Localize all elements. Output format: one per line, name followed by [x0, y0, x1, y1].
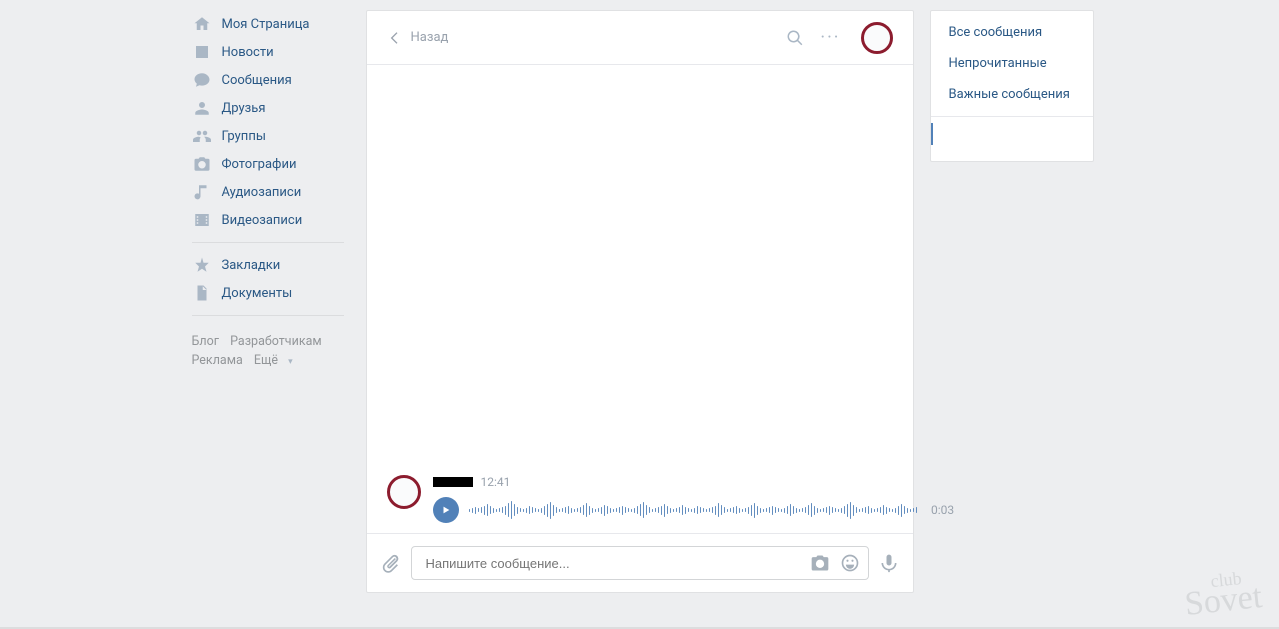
- nav-my-page[interactable]: Моя Страница: [186, 10, 350, 38]
- sender-avatar[interactable]: [387, 475, 421, 509]
- emoji-icon[interactable]: [840, 553, 860, 573]
- play-button[interactable]: [433, 497, 459, 523]
- photos-icon: [192, 154, 212, 174]
- nav-news[interactable]: Новости: [186, 38, 350, 66]
- messages-area: 12:41 0:03: [367, 65, 913, 533]
- side-all-messages[interactable]: Все сообщения: [931, 17, 1093, 48]
- voice-record-icon[interactable]: [879, 553, 899, 573]
- audio-icon: [192, 182, 212, 202]
- nav-label: Аудиозаписи: [222, 185, 302, 200]
- nav-documents[interactable]: Документы: [186, 279, 350, 307]
- message-row: 12:41 0:03: [387, 475, 893, 523]
- side-active-folder[interactable]: [931, 123, 1093, 145]
- docs-icon: [192, 283, 212, 303]
- side-important[interactable]: Важные сообщения: [931, 79, 1093, 110]
- watermark: club Sovet: [1182, 569, 1263, 618]
- peer-avatar[interactable]: [861, 22, 893, 54]
- nav-photos[interactable]: Фотографии: [186, 150, 350, 178]
- message-input[interactable]: [424, 555, 804, 572]
- nav-label: Документы: [222, 286, 293, 301]
- back-button[interactable]: Назад: [387, 30, 449, 46]
- nav-label: Сообщения: [222, 73, 292, 88]
- nav-groups[interactable]: Группы: [186, 122, 350, 150]
- voice-message: 0:03: [433, 497, 955, 523]
- messages-icon: [192, 70, 212, 90]
- dialog-panel: Назад ··· 12:41: [366, 10, 914, 593]
- nav-label: Закладки: [222, 258, 281, 273]
- footer-blog[interactable]: Блог: [192, 332, 219, 351]
- bookmarks-icon: [192, 255, 212, 275]
- nav-label: Фотографии: [222, 157, 297, 172]
- message-time: 12:41: [481, 475, 511, 489]
- message-input-wrap: [411, 546, 869, 580]
- nav-messages[interactable]: Сообщения: [186, 66, 350, 94]
- nav-friends[interactable]: Друзья: [186, 94, 350, 122]
- waveform[interactable]: [469, 498, 918, 522]
- composer: [367, 533, 913, 592]
- groups-icon: [192, 126, 212, 146]
- side-separator: [931, 116, 1093, 117]
- friends-icon: [192, 98, 212, 118]
- nav-bookmarks[interactable]: Закладки: [186, 251, 350, 279]
- nav-label: Группы: [222, 129, 266, 144]
- video-icon: [192, 210, 212, 230]
- nav-audio[interactable]: Аудиозаписи: [186, 178, 350, 206]
- nav-separator: [192, 242, 344, 243]
- nav-label: Моя Страница: [222, 17, 310, 32]
- play-icon: [441, 505, 451, 515]
- voice-duration: 0:03: [931, 503, 954, 517]
- left-nav: Моя Страница Новости Сообщения Друзья Гр…: [186, 10, 350, 593]
- nav-label: Друзья: [222, 101, 266, 116]
- nav-footer: Блог Разработчикам Реклама Ещё▾: [186, 324, 350, 380]
- nav-video[interactable]: Видеозаписи: [186, 206, 350, 234]
- attach-icon[interactable]: [381, 553, 401, 573]
- side-unread[interactable]: Непрочитанные: [931, 48, 1093, 79]
- sender-name[interactable]: [433, 477, 473, 487]
- search-icon[interactable]: [786, 29, 804, 47]
- footer-ads[interactable]: Реклама: [192, 351, 243, 370]
- footer-developers[interactable]: Разработчикам: [230, 332, 322, 351]
- chevron-left-icon: [387, 30, 403, 46]
- news-icon: [192, 42, 212, 62]
- home-icon: [192, 14, 212, 34]
- dialog-header: Назад ···: [367, 11, 913, 65]
- chevron-down-icon: ▾: [288, 353, 293, 372]
- camera-icon[interactable]: [810, 553, 830, 573]
- footer-more[interactable]: Ещё▾: [254, 351, 301, 372]
- nav-label: Видеозаписи: [222, 213, 303, 228]
- more-actions-icon[interactable]: ···: [820, 29, 840, 47]
- nav-separator: [192, 315, 344, 316]
- nav-label: Новости: [222, 45, 274, 60]
- back-label: Назад: [411, 30, 449, 45]
